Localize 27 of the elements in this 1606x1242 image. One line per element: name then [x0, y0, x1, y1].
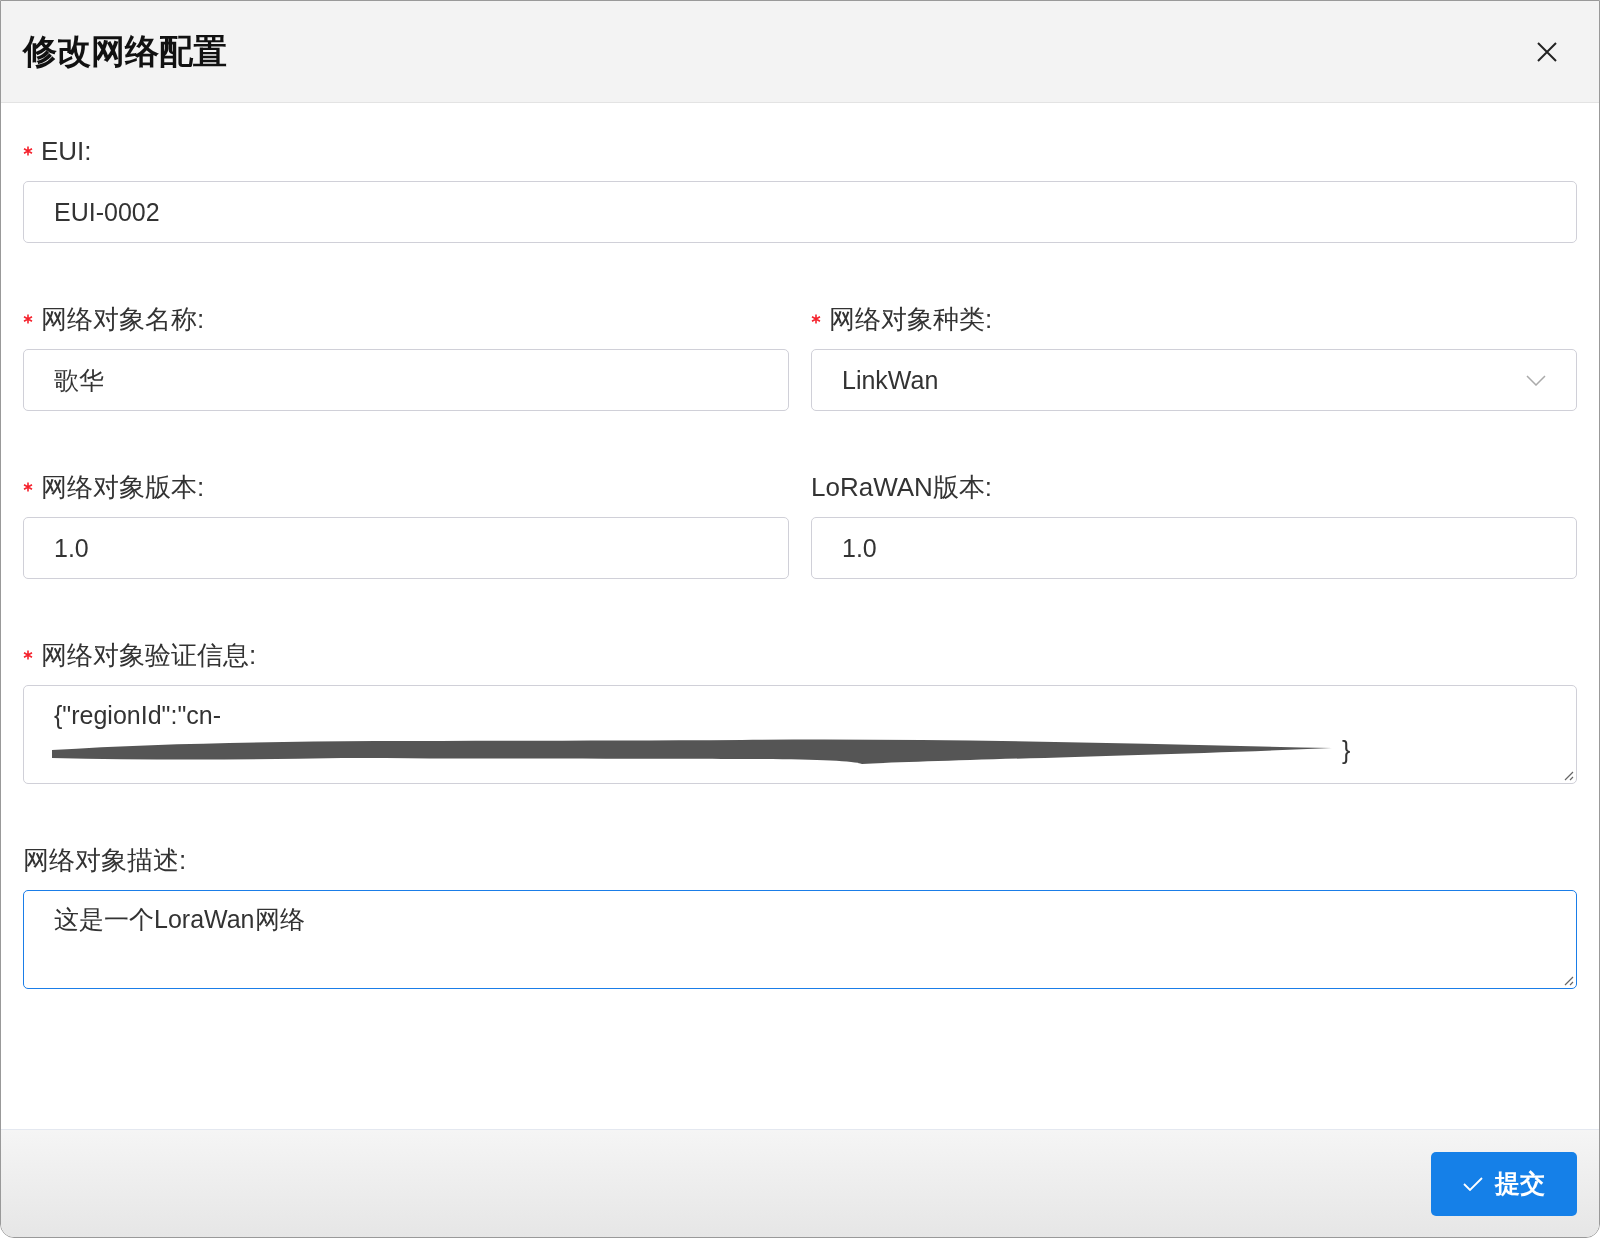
field-label: 网络对象验证信息:	[41, 638, 257, 672]
select-field[interactable]: LinkWan	[811, 349, 1577, 411]
dialog-title: 修改网络配置	[23, 30, 227, 72]
text-fragment: }	[1342, 735, 1351, 765]
required-icon	[23, 482, 33, 492]
close-icon[interactable]	[1537, 41, 1557, 62]
field-label: 网络对象描述:	[23, 843, 187, 877]
textarea-field[interactable]: {"regionId":"cn- }	[23, 685, 1577, 784]
resize-grip-icon[interactable]	[1562, 974, 1574, 986]
field-label: EUI:	[41, 135, 92, 167]
chevron-down-icon	[1526, 374, 1546, 386]
input-field[interactable]: EUI-0002	[23, 181, 1577, 243]
field-label: 网络对象版本:	[41, 470, 205, 504]
resize-grip-icon[interactable]	[1562, 769, 1574, 781]
input-field[interactable]: 歌华	[23, 349, 789, 411]
input-field[interactable]: 1.0	[811, 517, 1577, 579]
submit-button[interactable]: 提交	[1431, 1151, 1577, 1216]
field-label: 网络对象种类:	[829, 302, 993, 336]
textarea-field[interactable]: 这是一个LoraWan网络	[23, 890, 1577, 989]
required-icon	[811, 314, 821, 324]
input-field[interactable]: 1.0	[23, 517, 789, 579]
required-icon	[23, 146, 33, 156]
field-label: LoRaWAN版本:	[811, 470, 993, 504]
field-label: 网络对象名称:	[41, 302, 205, 336]
required-icon	[23, 314, 33, 324]
check-icon	[1463, 1176, 1483, 1191]
required-icon	[23, 650, 33, 660]
